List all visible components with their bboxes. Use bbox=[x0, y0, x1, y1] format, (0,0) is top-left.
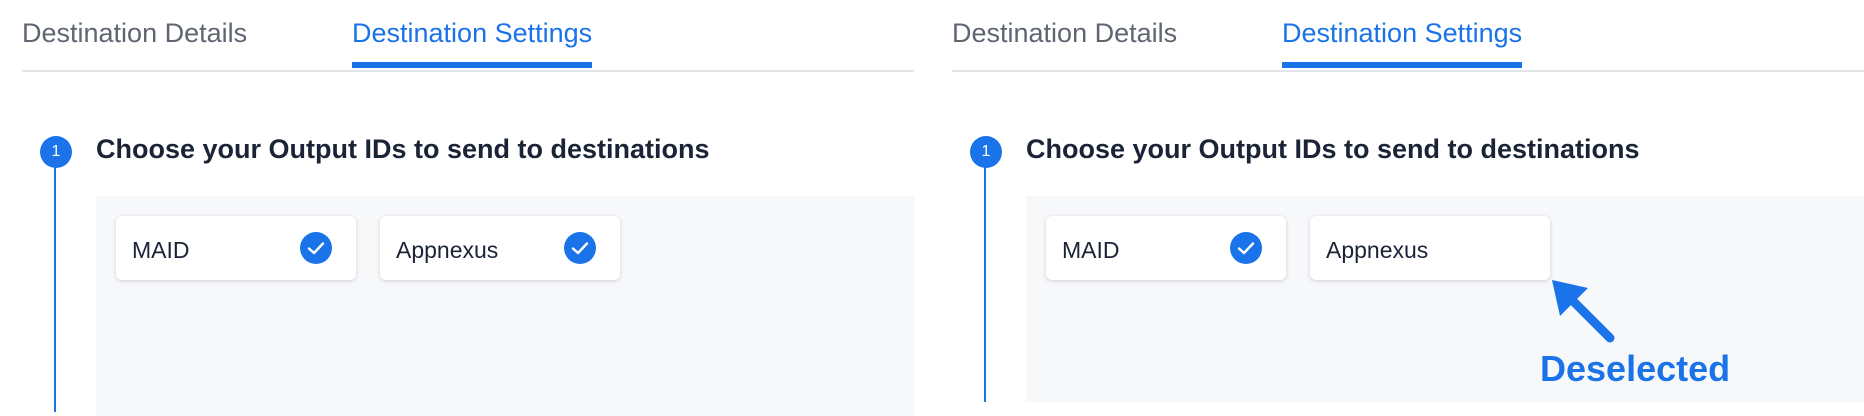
checkmark-icon[interactable] bbox=[1230, 232, 1262, 264]
tab-label: Destination Settings bbox=[352, 18, 593, 48]
tab-bar: Destination Details Destination Settings bbox=[22, 0, 914, 72]
tab-destination-settings[interactable]: Destination Settings bbox=[352, 18, 593, 68]
step-connector-line bbox=[54, 152, 56, 412]
output-id-label: Appnexus bbox=[396, 237, 499, 263]
panel-after: Destination Details Destination Settings… bbox=[930, 0, 1864, 402]
tab-label: Destination Details bbox=[952, 18, 1178, 48]
tab-destination-details[interactable]: Destination Details bbox=[22, 18, 247, 49]
panel-before: Destination Details Destination Settings… bbox=[0, 0, 914, 416]
step-number-badge: 1 bbox=[970, 136, 1002, 168]
step-number-badge: 1 bbox=[40, 136, 72, 168]
output-id-label: MAID bbox=[132, 237, 190, 263]
output-id-label: Appnexus bbox=[1326, 237, 1429, 263]
output-id-card-appnexus[interactable]: Appnexus bbox=[380, 216, 620, 280]
output-id-card-maid[interactable]: MAID bbox=[116, 216, 356, 280]
step-title: Choose your Output IDs to send to destin… bbox=[96, 134, 710, 164]
checkmark-icon[interactable] bbox=[564, 232, 596, 264]
deselected-annotation: Deselected bbox=[1540, 348, 1731, 389]
active-tab-indicator bbox=[1282, 62, 1523, 68]
tab-bar: Destination Details Destination Settings bbox=[952, 0, 1864, 72]
output-id-card-maid[interactable]: MAID bbox=[1046, 216, 1286, 280]
output-id-card-appnexus[interactable]: Appnexus bbox=[1310, 216, 1550, 280]
active-tab-indicator bbox=[352, 62, 593, 68]
tab-label: Destination Settings bbox=[1282, 18, 1523, 48]
checkmark-icon[interactable] bbox=[300, 232, 332, 264]
step-connector-line bbox=[984, 152, 986, 402]
annotation-arrow-icon bbox=[1552, 280, 1615, 343]
output-id-label: MAID bbox=[1062, 237, 1120, 263]
tab-label: Destination Details bbox=[22, 18, 248, 48]
tab-destination-details[interactable]: Destination Details bbox=[952, 18, 1177, 49]
step-title: Choose your Output IDs to send to destin… bbox=[1026, 134, 1640, 164]
tab-destination-settings[interactable]: Destination Settings bbox=[1282, 18, 1523, 68]
